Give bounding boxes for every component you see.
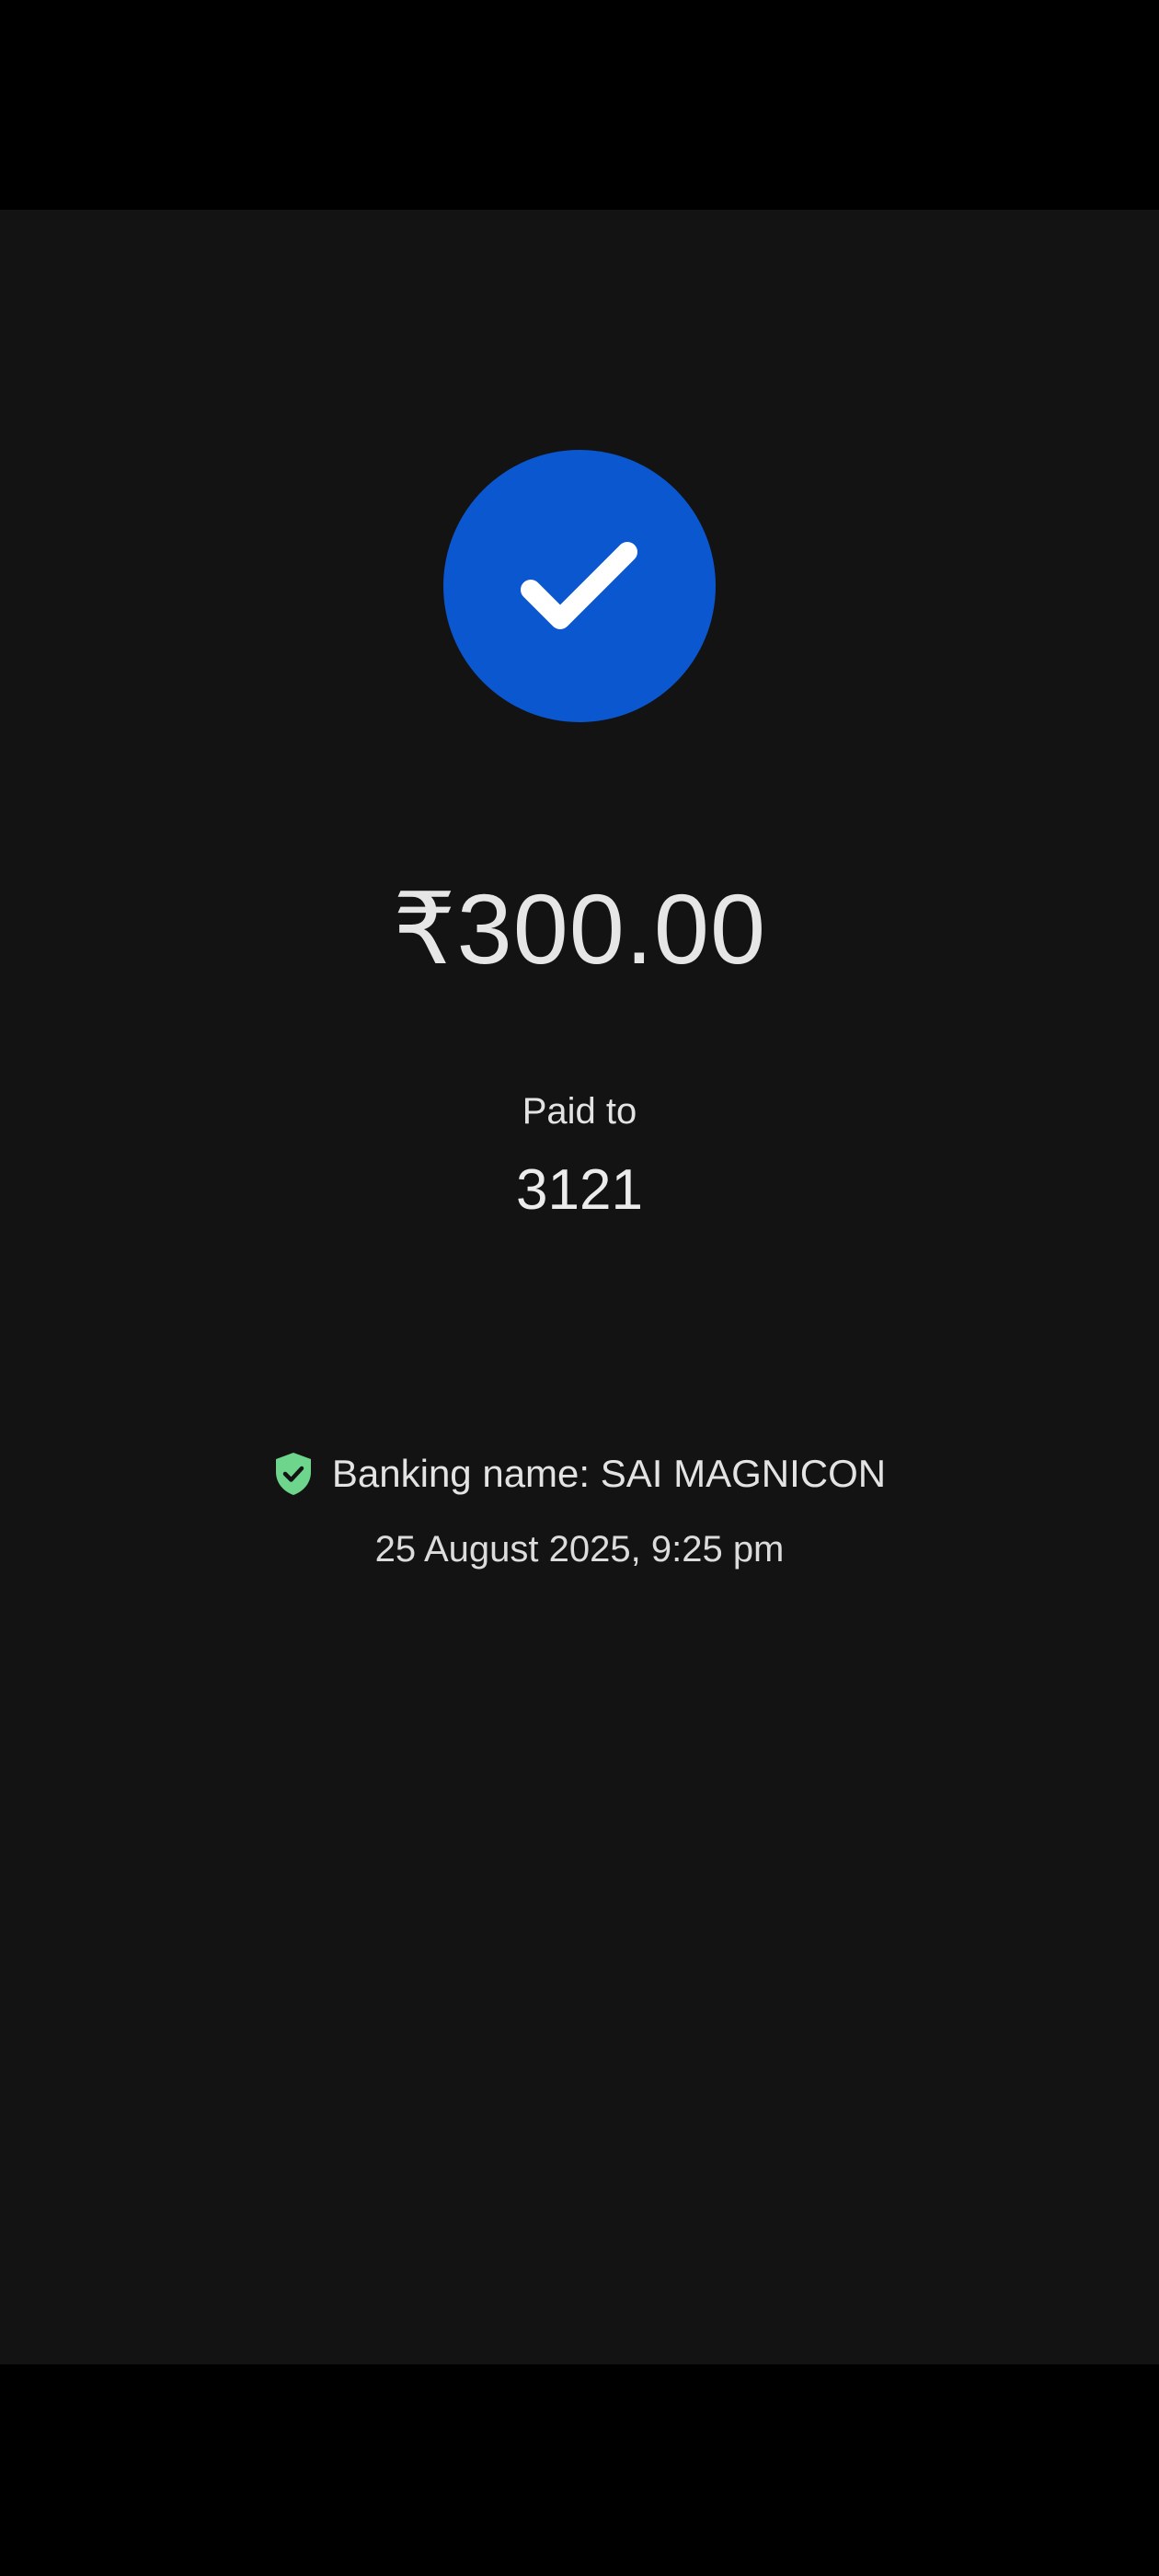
paid-to-label: Paid to [522,1091,637,1132]
banking-name: Banking name: SAI MAGNICON [331,1452,887,1495]
payment-amount: ₹300.00 [392,873,767,984]
payment-timestamp: 25 August 2025, 9:25 pm [374,1529,785,1570]
shield-check-icon [275,1453,311,1495]
success-badge [443,450,716,722]
banking-name-row: Banking name: SAI MAGNICON [0,1446,1159,1501]
status-bar-area [0,0,1159,210]
payee-name: 3121 [516,1158,643,1222]
navigation-bar-area [0,2364,1159,2576]
check-icon [521,542,637,629]
